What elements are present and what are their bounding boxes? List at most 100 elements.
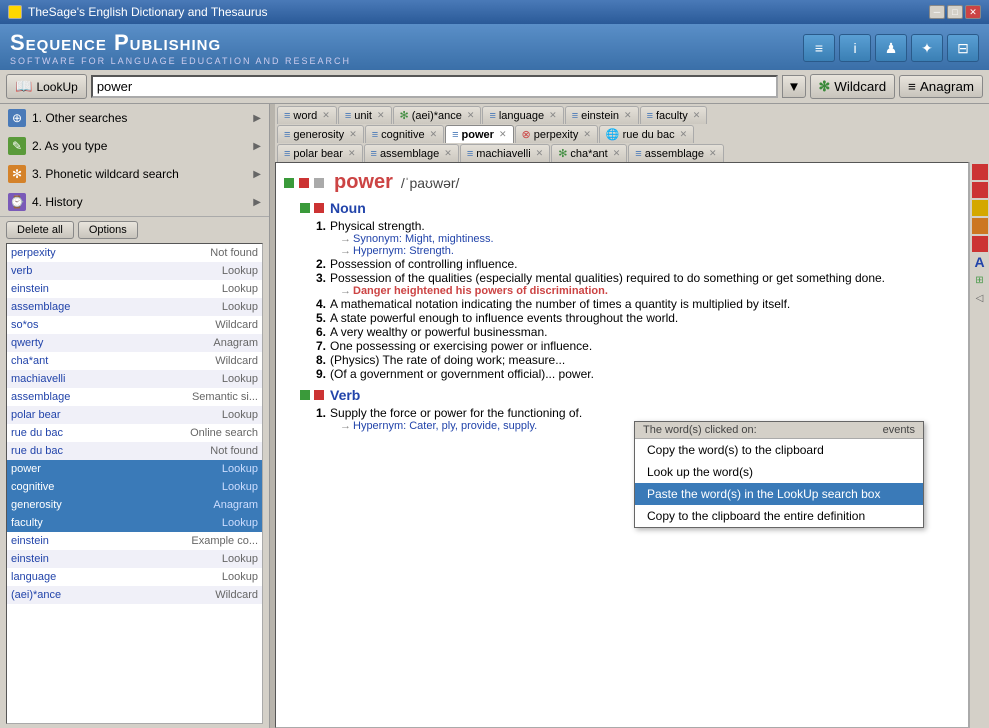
tab-assemblage2[interactable]: ≡assemblage✕ — [628, 144, 723, 162]
maximize-button[interactable]: □ — [947, 5, 963, 19]
app-header: Sequence Publishing Software for Languag… — [0, 24, 989, 70]
tab-polar-bear[interactable]: ≡polar bear✕ — [277, 144, 363, 162]
tab-close-assemblage[interactable]: ✕ — [444, 148, 452, 159]
history-row[interactable]: einsteinExample co... — [7, 532, 262, 550]
tab-close-chaant[interactable]: ✕ — [613, 148, 621, 159]
sidebar-item-as-you-type[interactable]: ✎ 2. As you type ▶ — [0, 132, 269, 160]
tab-close-assemblage2[interactable]: ✕ — [709, 148, 717, 159]
context-menu-item-copy-word[interactable]: Copy the word(s) to the clipboard — [635, 439, 923, 461]
tab-close-polar-bear[interactable]: ✕ — [348, 148, 356, 159]
wildcard-label: Wildcard — [834, 79, 886, 94]
history-row[interactable]: generosityAnagram — [7, 496, 262, 514]
tab-close-unit[interactable]: ✕ — [377, 110, 385, 121]
header-icon-group: ≡ i ♟ ✦ ⊟ — [803, 34, 979, 62]
wildcard-button[interactable]: ✻ Wildcard — [810, 74, 896, 99]
tab-faculty[interactable]: ≡faculty✕ — [640, 106, 708, 124]
user-icon-button[interactable]: ♟ — [875, 34, 907, 62]
tab-close-machiavelli[interactable]: ✕ — [536, 148, 544, 159]
history-row[interactable]: powerLookup — [7, 460, 262, 478]
tab-close-rue-du-bac[interactable]: ✕ — [680, 129, 688, 140]
right-icon-1[interactable] — [972, 164, 988, 180]
close-icon-button[interactable]: ⊟ — [947, 34, 979, 62]
lookup-button[interactable]: 📖 LookUp — [6, 74, 87, 99]
info-icon-button[interactable]: i — [839, 34, 871, 62]
close-button[interactable]: ✕ — [965, 5, 981, 19]
tab-generosity[interactable]: ≡generosity✕ — [277, 125, 364, 143]
minimize-button[interactable]: ─ — [929, 5, 945, 19]
tab-close-power[interactable]: ✕ — [499, 129, 507, 140]
history-row[interactable]: languageLookup — [7, 568, 262, 586]
tab-close-einstein[interactable]: ✕ — [624, 110, 632, 121]
right-icon-3[interactable] — [972, 200, 988, 216]
tab-word[interactable]: ≡word✕ — [277, 106, 337, 124]
sidebar-item-history[interactable]: ⌚ 4. History ▶ — [0, 188, 269, 216]
right-icon-7[interactable]: ⊞ — [972, 272, 988, 288]
tab-perpexity[interactable]: ⊗perpexity✕ — [515, 125, 598, 143]
history-row[interactable]: assemblageLookup — [7, 298, 262, 316]
other-searches-label: 1. Other searches — [32, 111, 247, 125]
search-input[interactable] — [91, 75, 779, 98]
def-number: 8. — [316, 353, 326, 367]
history-row[interactable]: assemblageSemantic si... — [7, 388, 262, 406]
tab-machiavelli[interactable]: ≡machiavelli✕ — [460, 144, 550, 162]
definition-item: 7.One possessing or exercising power or … — [316, 339, 960, 353]
history-row[interactable]: rue du bacOnline search — [7, 424, 262, 442]
star-icon-button[interactable]: ✦ — [911, 34, 943, 62]
sidebar-item-phonetic-wildcard[interactable]: ✻ 3. Phonetic wildcard search ▶ — [0, 160, 269, 188]
delete-all-button[interactable]: Delete all — [6, 221, 74, 239]
history-row[interactable]: qwertyAnagram — [7, 334, 262, 352]
right-icon-8[interactable]: ◁ — [972, 290, 988, 306]
context-menu-header: The word(s) clicked on: events — [635, 422, 923, 439]
tab-icon-rue-du-bac: 🌐 — [606, 128, 620, 141]
tab-close-perpexity[interactable]: ✕ — [583, 129, 591, 140]
history-row[interactable]: einsteinLookup — [7, 280, 262, 298]
history-row[interactable]: facultyLookup — [7, 514, 262, 532]
anagram-button[interactable]: ≡ Anagram — [899, 75, 983, 98]
context-menu-item-copy-definition[interactable]: Copy to the clipboard the entire definit… — [635, 505, 923, 527]
tab-icon-assemblage: ≡ — [371, 148, 377, 160]
history-row[interactable]: polar bearLookup — [7, 406, 262, 424]
tab-label-word: word — [293, 110, 317, 122]
tab-aeiance[interactable]: ✻(aei)*ance✕ — [393, 106, 482, 124]
context-menu-item-lookup-word[interactable]: Look up the word(s) — [635, 461, 923, 483]
history-scroll[interactable]: perpexityNot foundverbLookupeinsteinLook… — [6, 243, 263, 724]
tab-label-machiavelli: machiavelli — [476, 148, 530, 160]
history-row[interactable]: rue du bacNot found — [7, 442, 262, 460]
tab-close-cognitive[interactable]: ✕ — [430, 129, 438, 140]
def-text: (Physics) The rate of doing work; measur… — [330, 353, 565, 367]
history-row[interactable]: (aei)*anceWildcard — [7, 586, 262, 604]
tab-power[interactable]: ≡power✕ — [445, 125, 513, 143]
tab-assemblage[interactable]: ≡assemblage✕ — [364, 144, 459, 162]
right-icon-6[interactable]: A — [972, 254, 988, 270]
tab-chaant[interactable]: ✻cha*ant✕ — [551, 144, 627, 162]
history-word: perpexity — [11, 247, 206, 259]
history-row[interactable]: machiavelliLookup — [7, 370, 262, 388]
history-row[interactable]: cognitiveLookup — [7, 478, 262, 496]
other-searches-arrow: ▶ — [253, 113, 261, 124]
tab-close-aeiance[interactable]: ✕ — [467, 110, 475, 121]
right-icon-5[interactable] — [972, 236, 988, 252]
history-row[interactable]: verbLookup — [7, 262, 262, 280]
history-row[interactable]: so*osWildcard — [7, 316, 262, 334]
history-row[interactable]: cha*antWildcard — [7, 352, 262, 370]
sidebar-item-other-searches[interactable]: ⊕ 1. Other searches ▶ — [0, 104, 269, 132]
tab-close-faculty[interactable]: ✕ — [693, 110, 701, 121]
tab-einstein[interactable]: ≡einstein✕ — [565, 106, 639, 124]
history-icon: ⌚ — [8, 193, 26, 211]
tab-unit[interactable]: ≡unit✕ — [338, 106, 392, 124]
tab-rue-du-bac[interactable]: 🌐rue du bac✕ — [599, 125, 694, 143]
search-dropdown-button[interactable]: ▼ — [782, 75, 805, 98]
tab-cognitive[interactable]: ≡cognitive✕ — [365, 125, 444, 143]
menu-icon-button[interactable]: ≡ — [803, 34, 835, 62]
options-button[interactable]: Options — [78, 221, 138, 239]
history-row[interactable]: perpexityNot found — [7, 244, 262, 262]
context-menu-item-paste-word[interactable]: Paste the word(s) in the LookUp search b… — [635, 483, 923, 505]
right-icon-4[interactable] — [972, 218, 988, 234]
tab-language[interactable]: ≡language✕ — [482, 106, 563, 124]
history-type: Lookup — [222, 553, 258, 565]
right-icon-2[interactable] — [972, 182, 988, 198]
tab-close-generosity[interactable]: ✕ — [349, 129, 357, 140]
tab-close-word[interactable]: ✕ — [322, 110, 330, 121]
tab-close-language[interactable]: ✕ — [549, 110, 557, 121]
history-row[interactable]: einsteinLookup — [7, 550, 262, 568]
